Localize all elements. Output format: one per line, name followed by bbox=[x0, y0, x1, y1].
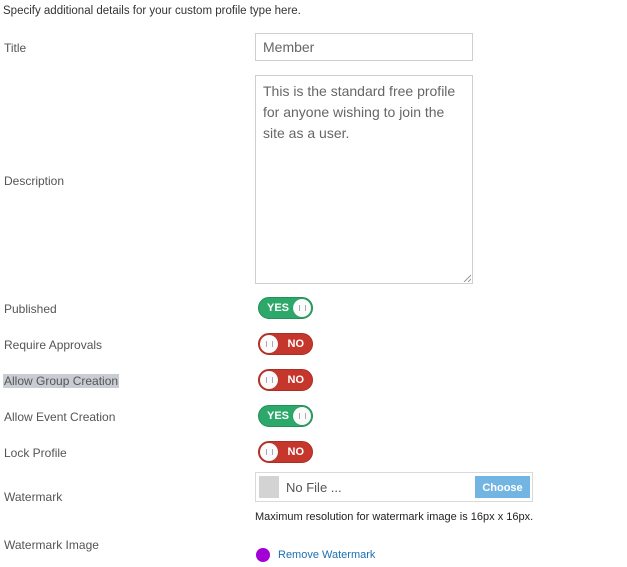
toggle-knob-icon bbox=[260, 335, 278, 353]
toggle-knob-icon bbox=[293, 299, 311, 317]
watermark-hint: Maximum resolution for watermark image i… bbox=[255, 511, 534, 523]
watermark-swatch-icon bbox=[256, 548, 270, 562]
intro-text: Specify additional details for your cust… bbox=[3, 5, 301, 17]
toggle-knob-icon bbox=[260, 443, 278, 461]
watermark-image-label: Watermark Image bbox=[4, 538, 99, 552]
require-approvals-label: Require Approvals bbox=[4, 338, 103, 352]
toggle-state-label: NO bbox=[287, 374, 305, 386]
watermark-file-picker: No File ... Choose bbox=[255, 472, 533, 502]
published-label: Published bbox=[4, 302, 57, 316]
require-approvals-toggle[interactable]: NO bbox=[258, 333, 313, 355]
watermark-label: Watermark bbox=[4, 490, 63, 504]
allow-event-creation-toggle[interactable]: YES bbox=[258, 405, 313, 427]
allow-group-creation-toggle[interactable]: NO bbox=[258, 369, 313, 391]
title-input[interactable] bbox=[255, 33, 473, 61]
toggle-state-label: NO bbox=[287, 338, 305, 350]
resize-grip-icon[interactable] bbox=[463, 274, 471, 282]
toggle-state-label: YES bbox=[267, 302, 290, 314]
title-label: Title bbox=[4, 41, 27, 55]
allow-event-creation-label: Allow Event Creation bbox=[4, 410, 116, 424]
file-preview-thumbnail bbox=[259, 476, 279, 498]
description-label: Description bbox=[4, 174, 65, 188]
toggle-knob-icon bbox=[293, 407, 311, 425]
toggle-state-label: NO bbox=[287, 446, 305, 458]
lock-profile-toggle[interactable]: NO bbox=[258, 441, 313, 463]
lock-profile-label: Lock Profile bbox=[4, 446, 67, 460]
remove-watermark-link[interactable]: Remove Watermark bbox=[278, 549, 375, 561]
choose-file-button[interactable]: Choose bbox=[475, 476, 530, 498]
published-toggle[interactable]: YES bbox=[258, 297, 313, 319]
allow-group-creation-label: Allow Group Creation bbox=[3, 374, 120, 388]
file-name-text: No File ... bbox=[286, 480, 342, 495]
description-textarea[interactable]: This is the standard free profile for an… bbox=[255, 75, 473, 284]
toggle-state-label: YES bbox=[267, 410, 290, 422]
toggle-knob-icon bbox=[260, 371, 278, 389]
